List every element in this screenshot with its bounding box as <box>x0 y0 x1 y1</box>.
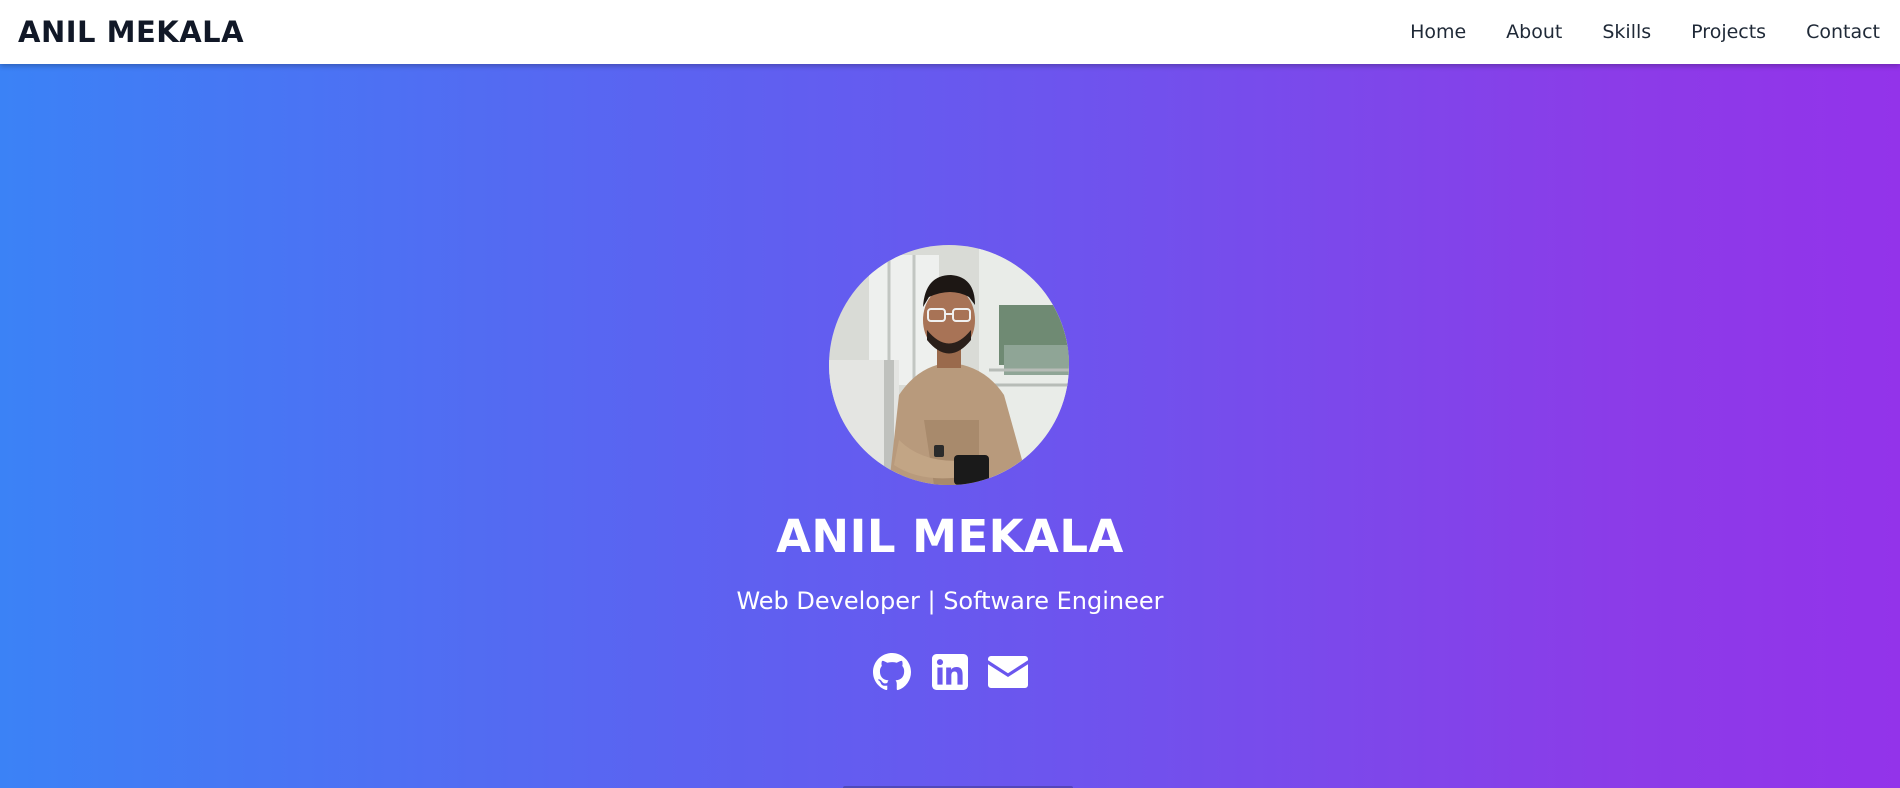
envelope-icon[interactable] <box>988 652 1028 692</box>
profile-photo <box>829 245 1069 485</box>
portfolio-page: ANIL MEKALA Home About Skills Projects C… <box>0 0 1900 788</box>
social-links <box>0 652 1900 692</box>
nav-home-link[interactable]: Home <box>1410 21 1466 43</box>
navbar: ANIL MEKALA Home About Skills Projects C… <box>0 0 1900 64</box>
brand-logo[interactable]: ANIL MEKALA <box>18 15 244 49</box>
nav-about-link[interactable]: About <box>1506 21 1562 43</box>
github-icon[interactable] <box>872 652 912 692</box>
nav-skills-link[interactable]: Skills <box>1602 21 1651 43</box>
nav-projects-link[interactable]: Projects <box>1691 21 1766 43</box>
nav-contact-link[interactable]: Contact <box>1806 21 1880 43</box>
nav-links: Home About Skills Projects Contact <box>1410 21 1880 43</box>
hero-role: Web Developer | Software Engineer <box>736 587 1164 615</box>
hero-name: ANIL MEKALA <box>776 510 1124 563</box>
linkedin-icon[interactable] <box>930 652 970 692</box>
hero-section: ANIL MEKALA Web Developer | Software Eng… <box>0 64 1900 788</box>
